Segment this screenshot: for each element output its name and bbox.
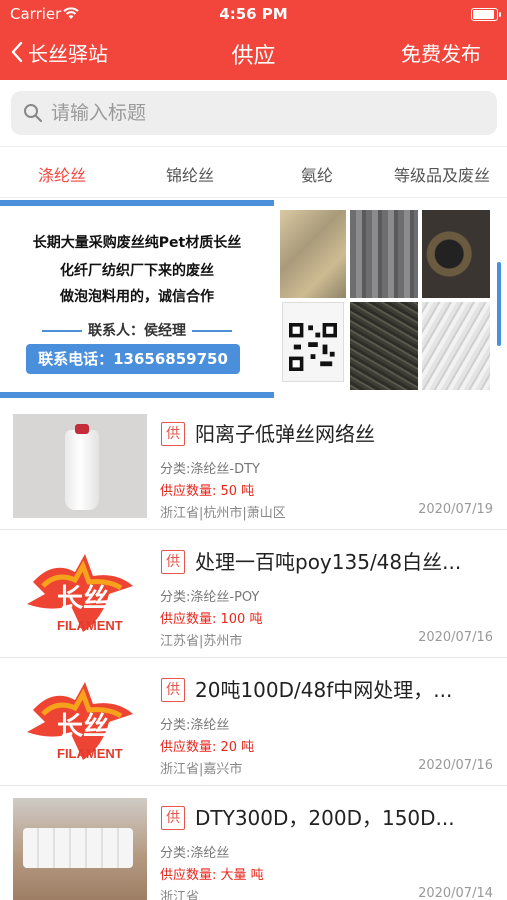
ad-divider-top (0, 200, 274, 206)
logo-en: FILAMENT (57, 618, 123, 633)
ad-line-1: 长期大量采购废丝纯Pet材质长丝 (32, 235, 242, 251)
item-title: 20吨100D/48f中网处理，... (195, 678, 453, 702)
back-label: 长丝驿站 (28, 41, 108, 66)
item-thumbnail (13, 798, 147, 900)
item-category: 分类:涤纶丝-DTY (160, 462, 260, 477)
search-bar[interactable] (11, 91, 497, 135)
logo-cn: 长丝 (57, 584, 110, 614)
waste-fiber-photo-3 (422, 210, 490, 298)
ad-line-2: 化纤厂纺织厂下来的废丝 (60, 263, 214, 279)
cone-cap (75, 424, 89, 434)
scroll-indicator[interactable] (497, 262, 501, 346)
logo-en: FILAMENT (57, 746, 123, 761)
ad-phone[interactable]: 联系电话：13656859750 (26, 344, 240, 374)
item-quantity: 供应数量: 100 吨 (160, 612, 263, 627)
qr-code-icon (289, 323, 337, 371)
battery-icon (471, 8, 501, 21)
yarn-packages-image (23, 828, 133, 868)
item-category: 分类:涤纶丝-POY (160, 590, 260, 605)
tab-graded-waste[interactable]: 等级品及废丝 (394, 162, 490, 186)
ad-banner[interactable]: 长期大量采购废丝纯Pet材质长丝 化纤厂纺织厂下来的废丝 做泡泡料用的，诚信合作… (0, 198, 507, 402)
status-bar: Carrier 4:56 PM (0, 0, 507, 28)
item-thumbnail: 长丝 FILAMENT (13, 670, 147, 774)
waste-fiber-photo-2 (350, 210, 418, 298)
item-thumbnail: 长丝 FILAMENT (13, 542, 147, 646)
item-date: 2020/07/14 (418, 886, 493, 900)
item-quantity: 供应数量: 50 吨 (160, 484, 255, 499)
category-tabs: 涤纶丝 锦纶丝 氨纶 等级品及废丝 (0, 146, 507, 198)
app-screen: { "status": { "carrier": "Carrier", "tim… (0, 0, 507, 900)
supply-tag: 供 (161, 422, 185, 446)
item-category: 分类:涤纶丝 (160, 846, 230, 861)
search-section (0, 80, 507, 146)
item-date: 2020/07/16 (418, 758, 493, 773)
item-title: DTY300D，200D，150D... (195, 806, 455, 830)
item-title: 处理一百吨poy135/48白丝... (195, 550, 462, 574)
item-title: 阳离子低弹丝网络丝 (195, 422, 375, 446)
item-date: 2020/07/16 (418, 630, 493, 645)
tab-nylon[interactable]: 锦纶丝 (166, 162, 214, 186)
waste-fiber-photo-4 (350, 302, 418, 390)
supply-tag: 供 (161, 678, 185, 702)
item-location: 浙江省|嘉兴市 (160, 762, 243, 777)
item-quantity: 供应数量: 大量 吨 (160, 868, 264, 883)
tab-polyester[interactable]: 涤纶丝 (38, 162, 86, 186)
search-icon (24, 104, 43, 123)
item-thumbnail (13, 414, 147, 518)
item-location: 浙江省|杭州市|萧山区 (160, 506, 286, 521)
clock: 4:56 PM (219, 5, 288, 23)
qr-code-panel (282, 302, 344, 382)
logo-cn: 长丝 (57, 712, 110, 742)
list-item[interactable]: 长丝 FILAMENT 供 处理一百吨poy135/48白丝... 分类:涤纶丝… (0, 530, 507, 658)
supply-tag: 供 (161, 550, 185, 574)
item-date: 2020/07/19 (418, 502, 493, 517)
top-bar: Carrier 4:56 PM 长丝驿站 供应 免费发布 (0, 0, 507, 80)
ad-contact-label: 联系人：侯经理 (88, 323, 186, 339)
search-input[interactable] (51, 102, 471, 124)
ad-line-3: 做泡泡料用的，诚信合作 (60, 289, 214, 305)
chevron-left-icon (11, 41, 23, 63)
item-location: 江苏省|苏州市 (160, 634, 243, 649)
item-category: 分类:涤纶丝 (160, 718, 230, 733)
waste-fiber-photo-5 (422, 302, 490, 390)
ad-contact: 联系人：侯经理 (0, 320, 274, 340)
item-location: 浙江省 (160, 890, 200, 900)
waste-fiber-photo-1 (280, 210, 346, 298)
back-button[interactable]: 长丝驿站 (10, 36, 108, 68)
free-post-button[interactable]: 免费发布 (401, 38, 481, 67)
list-item[interactable]: 供 阳离子低弹丝网络丝 分类:涤纶丝-DTY 供应数量: 50 吨 浙江省|杭州… (0, 402, 507, 530)
ad-divider-bottom (0, 392, 274, 398)
tab-spandex[interactable]: 氨纶 (301, 162, 333, 186)
list-item[interactable]: 长丝 FILAMENT 供 20吨100D/48f中网处理，... 分类:涤纶丝… (0, 658, 507, 786)
ad-text-panel: 长期大量采购废丝纯Pet材质长丝 化纤厂纺织厂下来的废丝 做泡泡料用的，诚信合作… (0, 198, 274, 402)
yarn-cone-image (65, 430, 99, 510)
list-item[interactable]: 供 DTY300D，200D，150D... 分类:涤纶丝 供应数量: 大量 吨… (0, 786, 507, 900)
item-quantity: 供应数量: 20 吨 (160, 740, 255, 755)
supply-tag: 供 (161, 806, 185, 830)
